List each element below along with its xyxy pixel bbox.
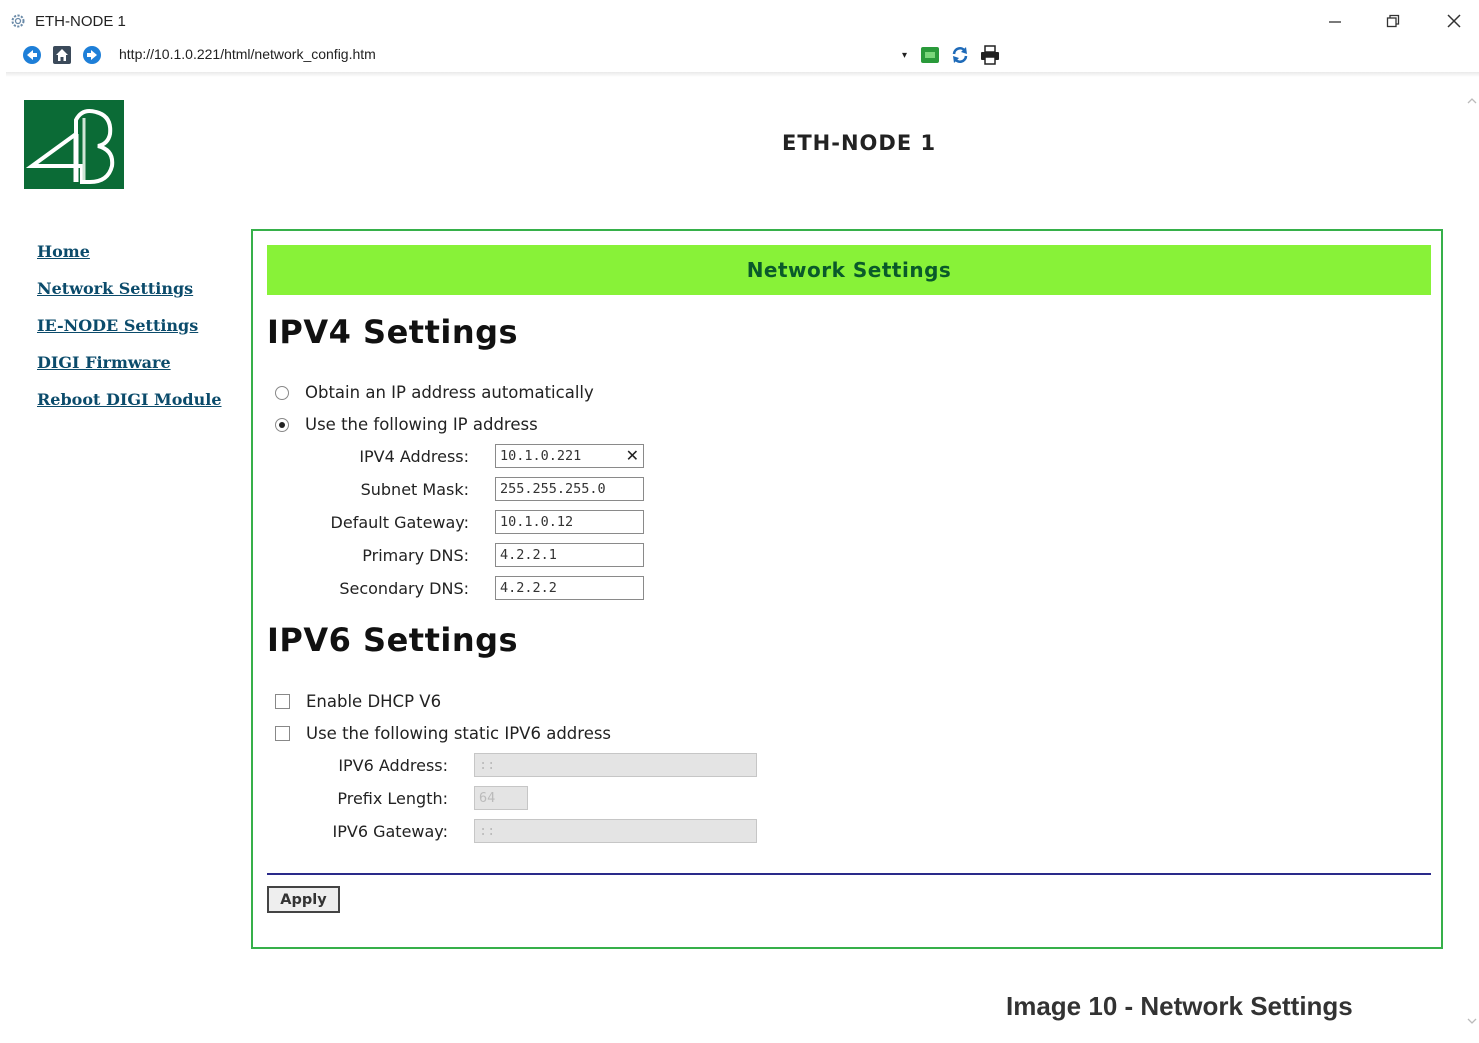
scroll-down-icon[interactable]	[1467, 1016, 1477, 1026]
ipv6-address-input: ::	[474, 753, 757, 777]
prefix-length-label: Prefix Length:	[337, 789, 448, 808]
sidebar-item-reboot-digi-module[interactable]: Reboot DIGI Module	[37, 388, 222, 425]
ipv6-heading: IPV6 Settings	[267, 621, 519, 659]
restore-button[interactable]	[1378, 8, 1408, 34]
default-gateway-input[interactable]: 10.1.0.12	[495, 510, 644, 534]
close-icon	[1447, 14, 1461, 28]
default-gateway-value: 10.1.0.12	[500, 514, 574, 530]
ipv6-address-label: IPV6 Address:	[338, 756, 448, 775]
minimize-button[interactable]	[1320, 8, 1350, 34]
home-icon[interactable]	[52, 45, 72, 65]
window-title-bar: ETH-NODE 1	[0, 0, 1479, 40]
primary-dns-label: Primary DNS:	[362, 546, 469, 565]
ipv6-address-value: ::	[479, 757, 496, 773]
minimize-icon	[1329, 21, 1341, 23]
ipv6-gateway-input: ::	[474, 819, 757, 843]
refresh-icon[interactable]	[950, 45, 970, 65]
forward-icon[interactable]	[82, 45, 102, 65]
gear-icon	[11, 14, 25, 28]
secondary-dns-input[interactable]: 4.2.2.2	[495, 576, 644, 600]
network-settings-panel: Network Settings IPV4 Settings Obtain an…	[251, 229, 1443, 949]
ipv4-manual-label: Use the following IP address	[305, 415, 538, 434]
ipv6-gateway-label: IPV6 Gateway:	[332, 822, 448, 841]
close-button[interactable]	[1439, 8, 1469, 34]
page-title: ETH-NODE 1	[782, 131, 937, 155]
banner-title: Network Settings	[746, 258, 952, 282]
ipv6-option-dhcp[interactable]: Enable DHCP V6	[275, 692, 441, 711]
figure-caption: Image 10 - Network Settings	[1006, 991, 1353, 1021]
print-icon[interactable]	[980, 45, 1000, 65]
ipv4-option-manual[interactable]: Use the following IP address	[275, 415, 538, 434]
primary-dns-value: 4.2.2.1	[500, 547, 557, 563]
company-logo	[24, 100, 124, 189]
url-field[interactable]: http://10.1.0.221/html/network_config.ht…	[119, 46, 376, 62]
section-banner: Network Settings	[267, 245, 1431, 295]
apply-button[interactable]: Apply	[267, 886, 340, 913]
subnet-mask-input[interactable]: 255.255.255.0	[495, 477, 644, 501]
sidebar-item-digi-firmware[interactable]: DIGI Firmware	[37, 351, 222, 388]
ipv4-manual-radio[interactable]	[275, 417, 289, 432]
clear-input-icon[interactable]: ✕	[626, 445, 639, 467]
toolbar-divider	[6, 72, 1479, 77]
go-icon[interactable]	[920, 45, 940, 65]
prefix-length-value: 64	[479, 790, 496, 806]
enable-dhcp-v6-checkbox[interactable]	[275, 694, 290, 709]
section-divider	[267, 873, 1431, 875]
subnet-mask-value: 255.255.255.0	[500, 481, 606, 497]
back-icon[interactable]	[22, 45, 42, 65]
address-bar: http://10.1.0.221/html/network_config.ht…	[6, 40, 1479, 72]
ipv6-gateway-value: ::	[479, 823, 496, 839]
sidebar-nav: Home Network Settings IE-NODE Settings D…	[37, 240, 222, 425]
secondary-dns-label: Secondary DNS:	[339, 579, 469, 598]
restore-icon	[1386, 14, 1400, 28]
ipv4-auto-radio[interactable]	[275, 385, 289, 400]
ipv4-heading: IPV4 Settings	[267, 313, 519, 351]
dropdown-arrow-icon[interactable]: ▾	[902, 50, 907, 61]
primary-dns-input[interactable]: 4.2.2.1	[495, 543, 644, 567]
default-gateway-label: Default Gateway:	[330, 513, 469, 532]
ipv6-option-static[interactable]: Use the following static IPV6 address	[275, 724, 611, 743]
sidebar-item-ie-node-settings[interactable]: IE-NODE Settings	[37, 314, 222, 351]
ipv4-address-input[interactable]: 10.1.0.221 ✕	[495, 444, 644, 468]
ipv4-address-label: IPV4 Address:	[359, 447, 469, 466]
sidebar-item-home[interactable]: Home	[37, 240, 222, 277]
scroll-up-icon[interactable]	[1467, 96, 1477, 106]
ipv4-address-value: 10.1.0.221	[500, 448, 582, 464]
static-ipv6-label: Use the following static IPV6 address	[306, 724, 612, 743]
sidebar-item-network-settings[interactable]: Network Settings	[37, 277, 222, 314]
secondary-dns-value: 4.2.2.2	[500, 580, 557, 596]
ipv4-option-auto[interactable]: Obtain an IP address automatically	[275, 383, 594, 402]
static-ipv6-checkbox[interactable]	[275, 726, 290, 741]
enable-dhcp-v6-label: Enable DHCP V6	[306, 692, 442, 711]
prefix-length-input: 64	[474, 786, 528, 810]
logo-icon	[25, 109, 115, 184]
window-title: ETH-NODE 1	[35, 13, 126, 30]
ipv4-auto-label: Obtain an IP address automatically	[305, 383, 594, 402]
subnet-mask-label: Subnet Mask:	[360, 480, 469, 499]
